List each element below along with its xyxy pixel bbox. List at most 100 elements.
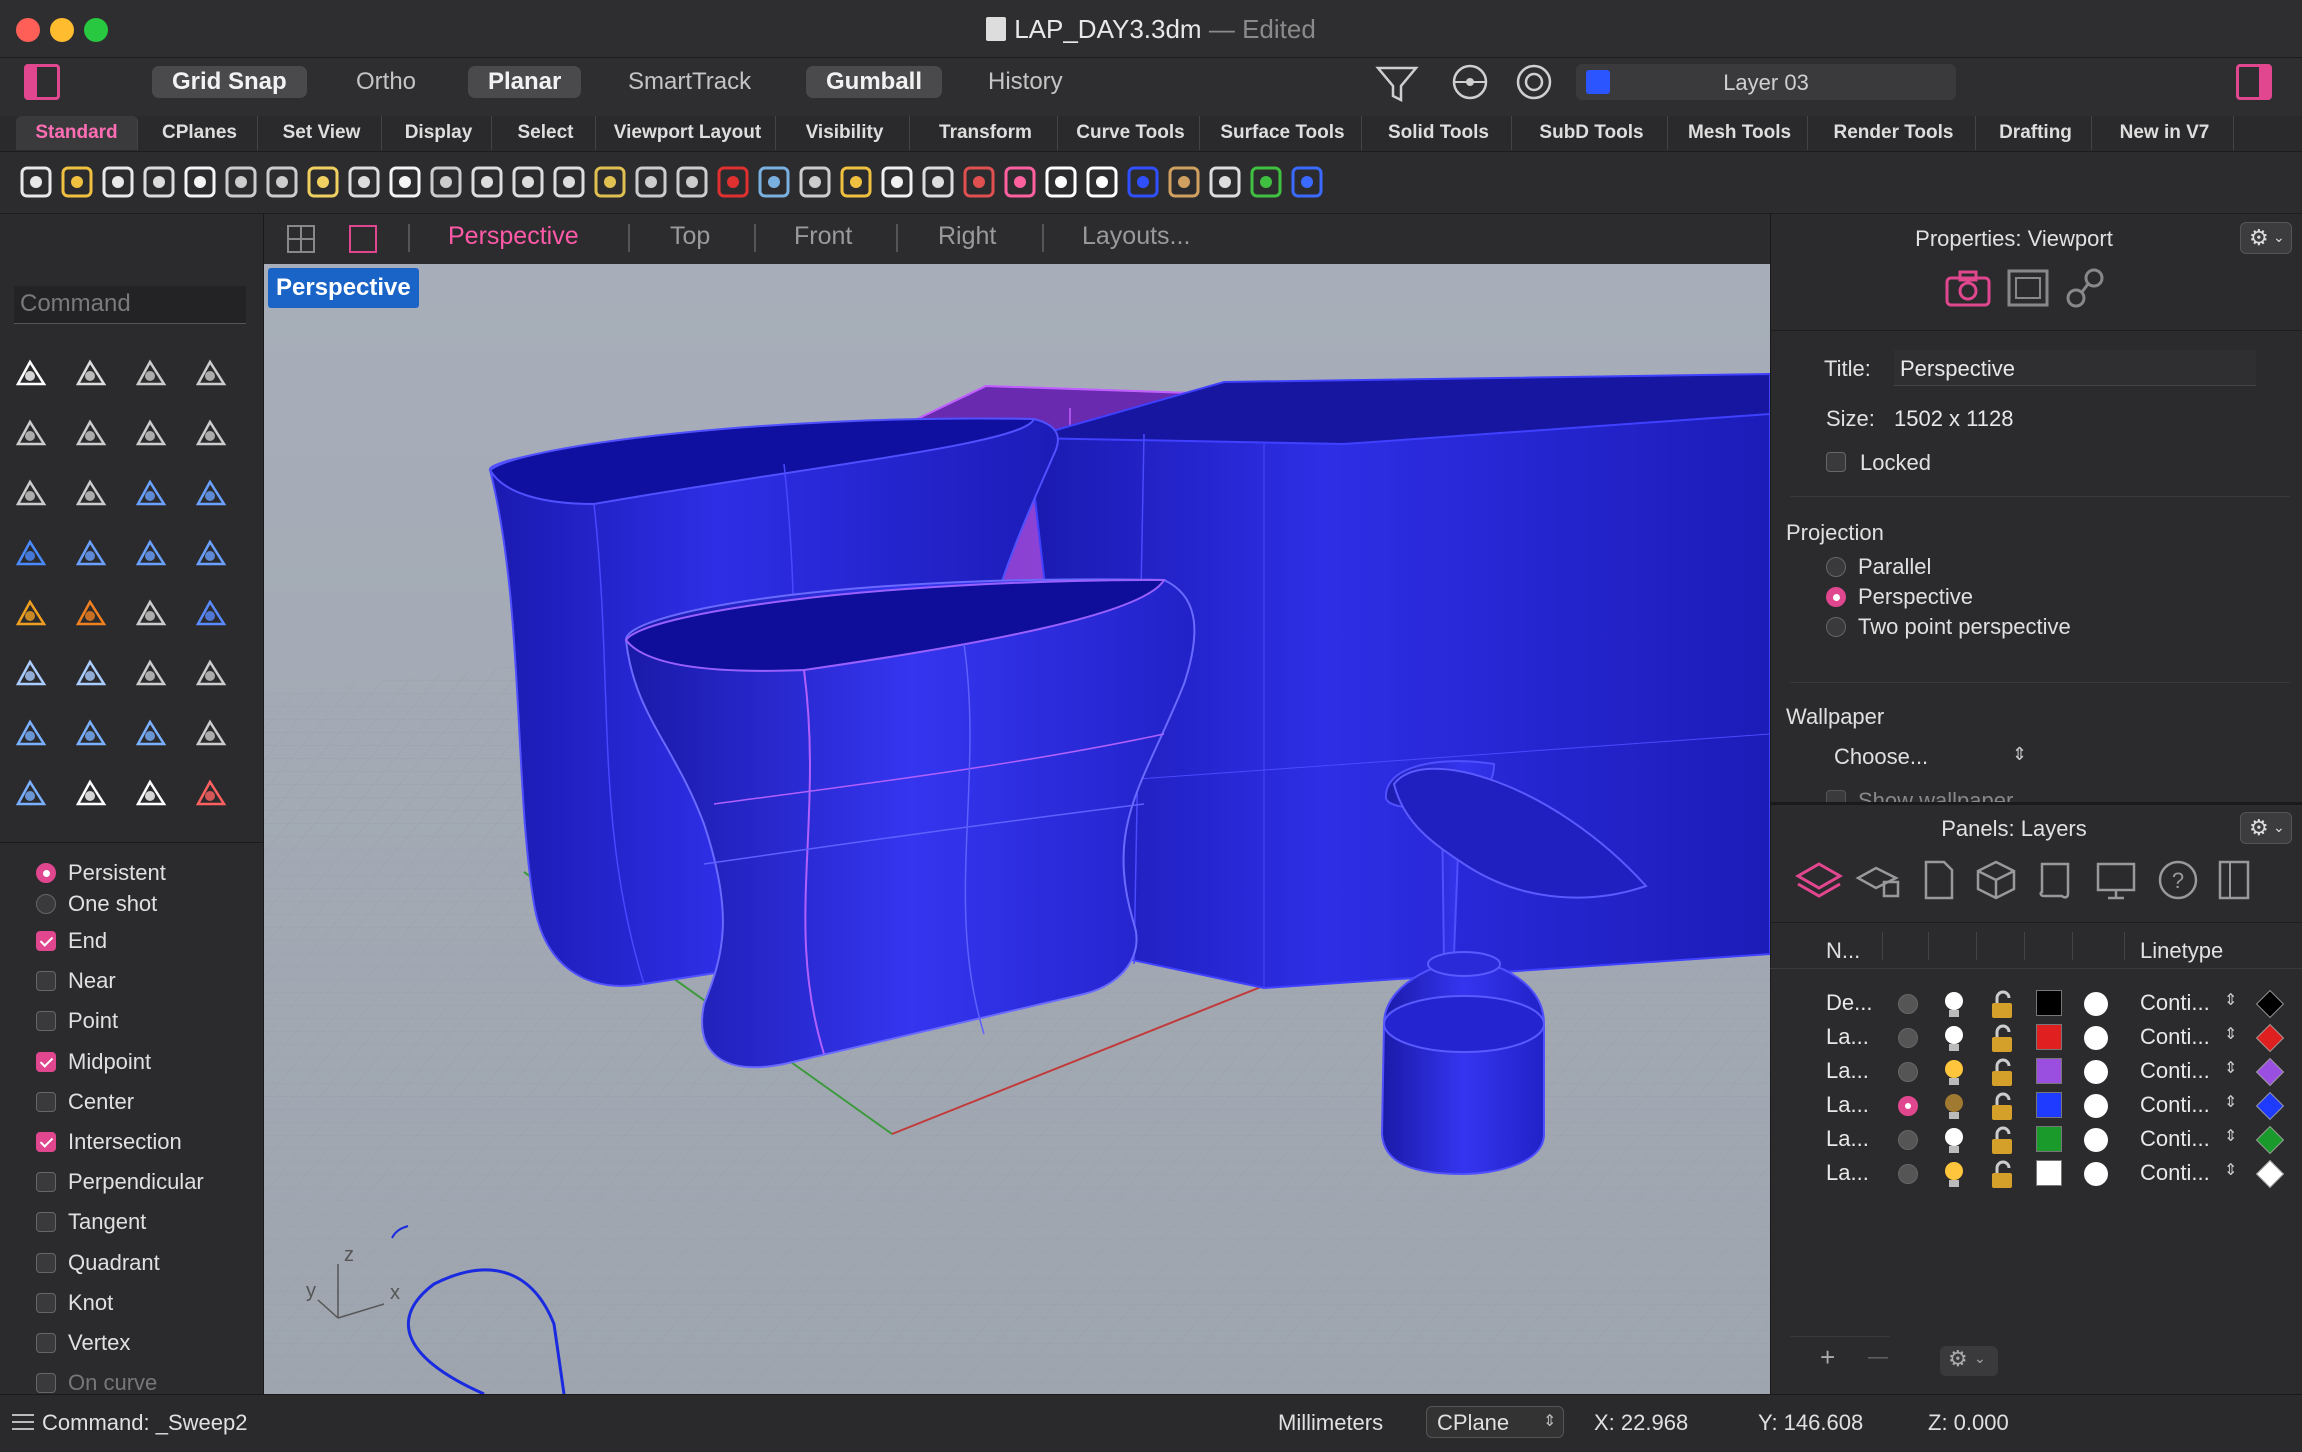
help-question-icon[interactable]: ? [2156, 858, 2200, 902]
array-icon[interactable] [130, 714, 172, 756]
osnap-quadrant-checkbox[interactable] [36, 1252, 56, 1273]
osnap-intersection-checkbox[interactable] [36, 1132, 56, 1152]
cube-object-icon[interactable] [1974, 858, 2018, 902]
cut-icon[interactable] [219, 160, 263, 204]
rotate-view-icon[interactable] [424, 160, 468, 204]
tab-mesh-tools[interactable]: Mesh Tools [1672, 116, 1808, 150]
zoom-extents-icon[interactable] [547, 160, 591, 204]
explode-icon[interactable] [10, 594, 52, 636]
tab-select[interactable]: Select [496, 116, 596, 150]
remove-layer-button[interactable]: — [1868, 1346, 1888, 1369]
show-wallpaper-row[interactable]: Show wallpaper [1826, 790, 2226, 802]
color-wheel-icon[interactable] [998, 160, 1042, 204]
print-color-swatch[interactable] [2084, 1026, 2108, 1050]
wallpaper-choose-dropdown[interactable]: Choose... ⇕ [1834, 744, 2034, 778]
visibility-bulb-icon[interactable] [1940, 1126, 1968, 1156]
grid-array-icon[interactable] [130, 774, 172, 816]
visibility-bulb-icon[interactable] [1940, 1160, 1968, 1190]
planar-toggle[interactable]: Planar [468, 66, 582, 98]
tab-viewport-layout[interactable]: Viewport Layout [600, 116, 776, 150]
projection-parallel-radio[interactable] [1826, 557, 1846, 577]
tab-solid-tools[interactable]: Solid Tools [1366, 116, 1512, 150]
print-color-swatch[interactable] [2084, 1162, 2108, 1186]
zoom-icon[interactable] [465, 160, 509, 204]
osnap-vertex-checkbox[interactable] [36, 1333, 56, 1353]
edit-points-icon[interactable] [190, 714, 232, 756]
tab-set-view[interactable]: Set View [262, 116, 382, 150]
lock-icon[interactable] [1988, 1126, 2016, 1156]
layer-row[interactable]: La... Conti... ⇕ [1790, 1022, 2290, 1054]
zoom-window-icon[interactable] [506, 160, 550, 204]
help-icon[interactable] [1285, 160, 1329, 204]
tab-new-in-v7[interactable]: New in V7 [2096, 116, 2234, 150]
visibility-bulb-icon[interactable] [1940, 1058, 1968, 1088]
sphere-gradient-icon[interactable] [1162, 160, 1206, 204]
command-history-icon[interactable] [12, 1414, 34, 1432]
viewport-tab-layouts[interactable]: Layouts... [1082, 222, 1190, 251]
osnap-perpendicular-checkbox[interactable] [36, 1172, 56, 1193]
osnap-end-checkbox[interactable] [36, 931, 56, 951]
sphere-shaded-icon[interactable] [1080, 160, 1124, 204]
viewport-title-input[interactable]: Perspective [1894, 350, 2256, 386]
updown-chevron-icon[interactable]: ⇕ [2224, 990, 2237, 1010]
layer-linetype[interactable]: Conti... [2140, 1160, 2210, 1186]
undo-icon[interactable] [342, 160, 386, 204]
smarttrack-toggle[interactable]: SmartTrack [608, 66, 771, 98]
print-color-swatch[interactable] [2084, 1060, 2108, 1084]
boolean-icon[interactable] [10, 654, 52, 696]
visibility-bulb-icon[interactable] [1940, 1024, 1968, 1054]
open-folder-icon[interactable] [55, 160, 99, 204]
gumball-toggle[interactable]: Gumball [806, 66, 943, 98]
projection-two-point-perspective-radio[interactable] [1826, 617, 1846, 637]
updown-chevron-icon[interactable]: ⇕ [2224, 1092, 2237, 1112]
layer-options-menu[interactable]: ⚙ ⌄ [1940, 1346, 1998, 1376]
zoom-selected-icon[interactable] [588, 160, 632, 204]
osnap-knot-checkbox[interactable] [36, 1292, 56, 1313]
polyline-icon[interactable] [130, 354, 172, 396]
extend-icon[interactable] [190, 594, 232, 636]
current-layer-radio[interactable] [1898, 1096, 1918, 1116]
osnap-near-checkbox[interactable] [36, 971, 56, 992]
surface-icon[interactable] [130, 474, 172, 516]
curve-icon[interactable] [190, 354, 232, 396]
material-diamond-icon[interactable] [2255, 1057, 2285, 1087]
perspective-viewport[interactable]: z x y [264, 264, 1770, 1394]
points-icon[interactable] [834, 160, 878, 204]
viewport-frame-icon[interactable] [2006, 268, 2050, 308]
layer-states-icon[interactable] [1854, 858, 1904, 902]
print-color-swatch[interactable] [2084, 1094, 2108, 1118]
osnap-point-checkbox[interactable] [36, 1011, 56, 1032]
current-layer-radio[interactable] [1898, 1062, 1918, 1082]
layer-row[interactable]: De... Conti... ⇕ [1790, 988, 2290, 1020]
offset-icon[interactable] [190, 654, 232, 696]
lock-icon[interactable] [1988, 1024, 2016, 1054]
four-viewports-layout-icon[interactable] [286, 224, 316, 254]
rectangle-icon[interactable] [190, 414, 232, 456]
ortho-toggle[interactable]: Ortho [336, 66, 436, 98]
tab-surface-tools[interactable]: Surface Tools [1204, 116, 1362, 150]
layer-linetype[interactable]: Conti... [2140, 1126, 2210, 1152]
layer-color-swatch[interactable] [2036, 1092, 2062, 1118]
material-diamond-icon[interactable] [2255, 1159, 2285, 1189]
layer-color-swatch[interactable] [2036, 1126, 2062, 1152]
properties-gear-menu[interactable]: ⚙ ⌄ [2240, 222, 2292, 254]
locked-checkbox[interactable] [1826, 452, 1846, 472]
cplane-icon[interactable] [793, 160, 837, 204]
viewport-tab-top[interactable]: Top [670, 222, 710, 251]
viewport-tab-perspective[interactable]: Perspective [448, 222, 579, 251]
layer-name-column-header[interactable]: N... [1826, 938, 1860, 964]
viewport-scene[interactable] [264, 264, 1770, 1394]
layer-linetype[interactable]: Conti... [2140, 1058, 2210, 1084]
osnap-tangent-checkbox[interactable] [36, 1212, 56, 1233]
layout-page-icon[interactable] [2216, 858, 2252, 902]
current-layer-radio[interactable] [1898, 1164, 1918, 1184]
tab-visibility[interactable]: Visibility [780, 116, 910, 150]
polygon-icon[interactable] [10, 474, 52, 516]
print-icon[interactable] [137, 160, 181, 204]
history-toggle[interactable]: History [968, 66, 1083, 98]
box-solid-icon[interactable] [10, 534, 52, 576]
visibility-bulb-icon[interactable] [1940, 1092, 1968, 1122]
tab-subd-tools[interactable]: SubD Tools [1516, 116, 1668, 150]
text-icon[interactable] [10, 714, 52, 756]
display-monitor-icon[interactable] [2094, 858, 2138, 902]
